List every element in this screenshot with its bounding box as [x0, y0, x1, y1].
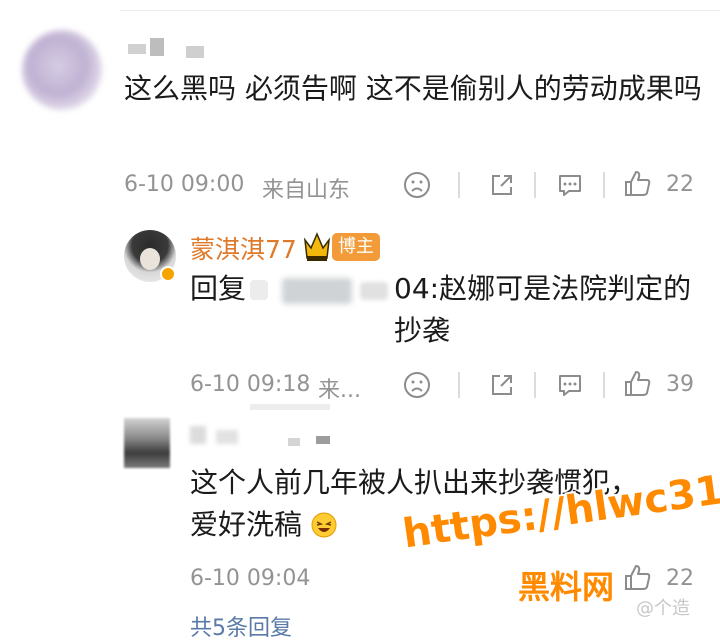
crown-vip-icon: [303, 232, 331, 261]
laughing-emoji-icon: [311, 512, 337, 538]
divider: [458, 372, 460, 398]
comment-time: 6-10 09:00: [124, 172, 245, 197]
blur-artifact: [250, 404, 330, 410]
like-count: 39: [666, 372, 694, 397]
share-icon[interactable]: [487, 370, 517, 400]
avatar[interactable]: [124, 418, 170, 468]
avatar[interactable]: [22, 30, 102, 110]
like-count: 22: [666, 172, 694, 197]
comment-icon[interactable]: [555, 370, 585, 400]
watermark-handle: @个造: [636, 598, 690, 619]
share-icon[interactable]: [487, 170, 517, 200]
comment-location: 来自山东: [262, 178, 351, 203]
reply-body: 04:赵娜可是法院判定的抄袭: [394, 272, 692, 347]
divider: [534, 172, 536, 198]
verified-badge-icon: [160, 266, 176, 282]
divider: [603, 172, 605, 198]
divider: [534, 372, 536, 398]
like-count: 22: [666, 566, 694, 591]
comment-text: 这么黑吗 必须告啊 这不是偷别人的劳动成果吗: [124, 72, 702, 105]
blogger-badge: 博主: [332, 233, 380, 261]
comment-icon[interactable]: [555, 170, 585, 200]
thumbs-up-icon[interactable]: [622, 562, 654, 594]
reply-location: 来...: [318, 378, 361, 403]
avatar[interactable]: [124, 230, 176, 282]
reply-prefix: 回复: [190, 272, 247, 305]
divider: [458, 172, 460, 198]
more-replies-link[interactable]: 共5条回复: [190, 610, 292, 642]
thumbs-up-icon[interactable]: [622, 368, 654, 400]
reply-time: 6-10 09:04: [190, 566, 311, 591]
divider: [603, 372, 605, 398]
watermark-site: 黑料网: [518, 568, 615, 606]
reply-author[interactable]: 蒙淇淇77: [190, 230, 297, 266]
sad-face-icon[interactable]: [402, 370, 432, 400]
reply-body-start: 04:赵娜可是法院判定的抄袭: [394, 268, 704, 352]
sad-face-icon[interactable]: [402, 170, 432, 200]
top-divider: [120, 10, 720, 11]
reply-time: 6-10 09:18: [190, 372, 311, 397]
thumbs-up-icon[interactable]: [622, 168, 654, 200]
avatar-face: [140, 248, 160, 270]
